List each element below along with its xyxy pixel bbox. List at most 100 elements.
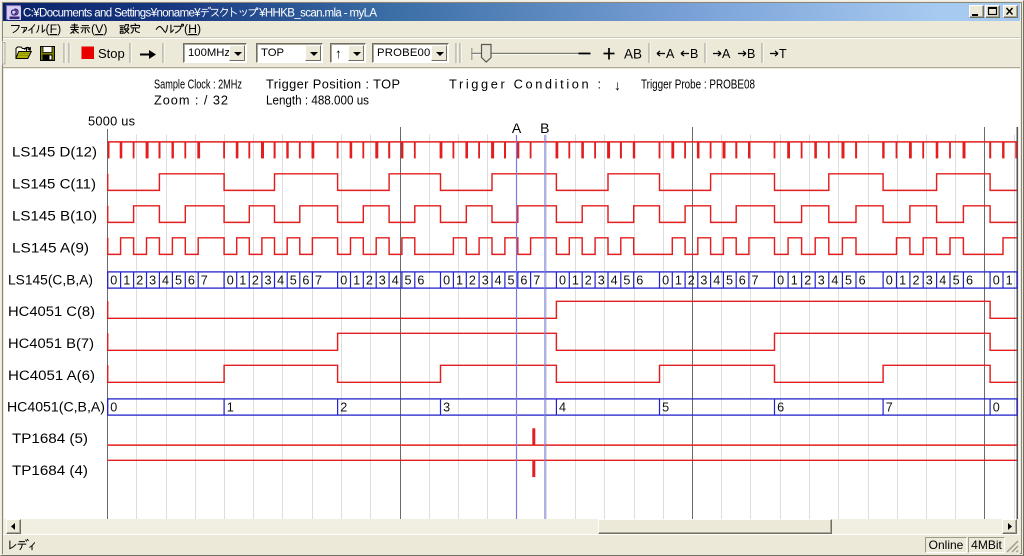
svg-text:B: B xyxy=(747,47,755,61)
svg-text:5: 5 xyxy=(290,274,297,288)
svg-text:0: 0 xyxy=(777,274,784,288)
svg-text:4: 4 xyxy=(277,274,284,288)
svg-text:6: 6 xyxy=(417,274,424,288)
svg-text:1: 1 xyxy=(227,401,234,415)
svg-text:4: 4 xyxy=(831,274,838,288)
svg-text:0: 0 xyxy=(993,401,1000,415)
svg-text:1: 1 xyxy=(456,274,463,288)
svg-text:3: 3 xyxy=(598,274,605,288)
svg-text:4: 4 xyxy=(162,274,169,288)
svg-text:↓: ↓ xyxy=(614,77,621,93)
svg-text:4: 4 xyxy=(392,274,399,288)
svg-text:7: 7 xyxy=(533,274,540,288)
svg-text:HC4051 A(6): HC4051 A(6) xyxy=(8,368,95,383)
svg-text:5: 5 xyxy=(662,401,669,415)
svg-text:T: T xyxy=(779,47,787,61)
svg-text:LS145 D(12): LS145 D(12) xyxy=(12,144,97,159)
svg-text:5: 5 xyxy=(405,274,412,288)
svg-text:2: 2 xyxy=(366,274,373,288)
svg-text:1: 1 xyxy=(1006,274,1013,288)
svg-text:4: 4 xyxy=(713,274,720,288)
svg-text:AB: AB xyxy=(624,47,642,62)
svg-text:3: 3 xyxy=(149,274,156,288)
svg-text:0: 0 xyxy=(559,274,566,288)
svg-text:1: 1 xyxy=(791,274,798,288)
svg-text:5000 us: 5000 us xyxy=(88,114,135,129)
svg-text:Trigger Condition :: Trigger Condition : xyxy=(449,77,601,92)
svg-text:Sample Clock : 2MHz: Sample Clock : 2MHz xyxy=(154,77,242,92)
svg-text:6: 6 xyxy=(966,274,973,288)
svg-text:6: 6 xyxy=(777,401,784,415)
svg-text:7: 7 xyxy=(886,401,893,415)
svg-text:7: 7 xyxy=(315,274,322,288)
svg-text:A: A xyxy=(666,47,675,61)
svg-text:A: A xyxy=(722,47,731,61)
svg-text:LS145 B(10): LS145 B(10) xyxy=(12,208,97,223)
svg-text:2: 2 xyxy=(252,274,259,288)
svg-text:5: 5 xyxy=(845,274,852,288)
svg-text:3: 3 xyxy=(265,274,272,288)
svg-text:(V): (V) xyxy=(91,22,107,36)
svg-text:7: 7 xyxy=(201,274,208,288)
svg-text:6: 6 xyxy=(302,274,309,288)
svg-text:2: 2 xyxy=(688,274,695,288)
svg-text:4: 4 xyxy=(611,274,618,288)
svg-text:0: 0 xyxy=(662,274,669,288)
svg-text:Zoom : / 32: Zoom : / 32 xyxy=(154,93,228,108)
svg-text:HC4051(C,B,A): HC4051(C,B,A) xyxy=(7,399,105,414)
svg-text:TP1684 (5): TP1684 (5) xyxy=(12,431,88,446)
svg-text:6: 6 xyxy=(188,274,195,288)
svg-text:3: 3 xyxy=(443,401,450,415)
svg-text:0: 0 xyxy=(340,274,347,288)
svg-text:LS145(C,B,A): LS145(C,B,A) xyxy=(8,272,93,287)
svg-text:0: 0 xyxy=(110,401,117,415)
svg-text:7: 7 xyxy=(752,274,759,288)
svg-text:B: B xyxy=(540,120,549,136)
svg-text:1: 1 xyxy=(572,274,579,288)
svg-text:2: 2 xyxy=(469,274,476,288)
svg-text:1: 1 xyxy=(353,274,360,288)
svg-text:6: 6 xyxy=(739,274,746,288)
svg-text:LS145 A(9): LS145 A(9) xyxy=(12,240,89,255)
svg-text:(H): (H) xyxy=(184,22,201,36)
svg-text:3: 3 xyxy=(482,274,489,288)
svg-text:4: 4 xyxy=(939,274,946,288)
svg-text:Trigger Position : TOP: Trigger Position : TOP xyxy=(266,77,400,92)
svg-text:1: 1 xyxy=(675,274,682,288)
svg-text:2: 2 xyxy=(585,274,592,288)
svg-text:0: 0 xyxy=(443,274,450,288)
svg-text:4: 4 xyxy=(495,274,502,288)
svg-text:5: 5 xyxy=(175,274,182,288)
svg-text:3: 3 xyxy=(926,274,933,288)
svg-text:HC4051 C(8): HC4051 C(8) xyxy=(8,304,95,319)
svg-text:TP1684 (4): TP1684 (4) xyxy=(12,463,88,478)
svg-text:2: 2 xyxy=(136,274,143,288)
svg-text:5: 5 xyxy=(953,274,960,288)
svg-text:Length : 488.000 us: Length : 488.000 us xyxy=(266,93,369,108)
svg-text:1: 1 xyxy=(123,274,130,288)
svg-text:1: 1 xyxy=(899,274,906,288)
svg-text:B: B xyxy=(690,47,698,61)
svg-text:6: 6 xyxy=(520,274,527,288)
svg-text:0: 0 xyxy=(886,274,893,288)
svg-text:5: 5 xyxy=(623,274,630,288)
svg-text:5: 5 xyxy=(508,274,515,288)
svg-text:HC4051 B(7): HC4051 B(7) xyxy=(8,336,94,351)
svg-text:2: 2 xyxy=(340,401,347,415)
svg-text:LS145 C(11): LS145 C(11) xyxy=(12,176,96,191)
svg-text:3: 3 xyxy=(700,274,707,288)
svg-text:0: 0 xyxy=(227,274,234,288)
svg-text:5: 5 xyxy=(726,274,733,288)
svg-text:0: 0 xyxy=(110,274,117,288)
svg-text:1: 1 xyxy=(239,274,246,288)
svg-text:Stop: Stop xyxy=(98,46,125,61)
svg-text:Trigger Probe : PROBE08: Trigger Probe : PROBE08 xyxy=(641,77,755,92)
svg-text:3: 3 xyxy=(379,274,386,288)
svg-text:2: 2 xyxy=(804,274,811,288)
svg-text:6: 6 xyxy=(859,274,866,288)
svg-text:A: A xyxy=(512,120,522,136)
svg-text:4: 4 xyxy=(559,401,566,415)
svg-text:3: 3 xyxy=(818,274,825,288)
svg-text:2: 2 xyxy=(913,274,920,288)
svg-text:0: 0 xyxy=(993,274,1000,288)
